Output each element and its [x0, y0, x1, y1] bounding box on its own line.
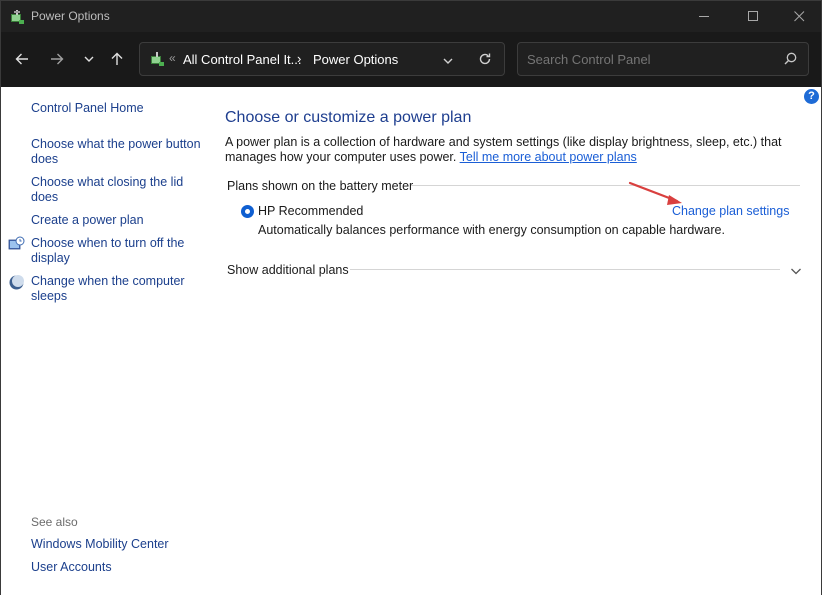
double-chevron-left-icon[interactable]: «	[169, 51, 176, 65]
annotation-arrow-icon	[627, 179, 687, 209]
close-icon	[794, 11, 805, 22]
up-button[interactable]	[105, 46, 129, 72]
breadcrumb-power-options[interactable]: Power Options	[313, 52, 398, 67]
arrow-left-icon	[15, 52, 29, 66]
learn-more-link[interactable]: Tell me more about power plans	[460, 150, 637, 164]
address-bar[interactable]: « All Control Panel It... › Power Option…	[139, 42, 505, 76]
chevron-down-icon	[442, 55, 454, 67]
search-input[interactable]	[527, 52, 767, 67]
display-clock-icon	[8, 236, 25, 253]
close-button[interactable]	[776, 1, 822, 32]
navigation-bar: « All Control Panel It... › Power Option…	[1, 32, 821, 87]
expand-plans-button[interactable]	[790, 264, 802, 282]
chevron-down-icon	[790, 265, 802, 277]
breadcrumb-control-panel[interactable]: All Control Panel It...	[183, 52, 302, 67]
page-title: Choose or customize a power plan	[225, 109, 471, 127]
arrow-right-icon	[50, 52, 64, 66]
back-button[interactable]	[10, 46, 34, 72]
sidebar-item-computer-sleeps[interactable]: Change when the computer sleeps	[31, 274, 203, 304]
see-also-user-accounts[interactable]: User Accounts	[31, 560, 203, 575]
show-additional-plans[interactable]: Show additional plans	[227, 263, 349, 277]
sidebar-item-closing-lid[interactable]: Choose what closing the lid does	[31, 175, 203, 205]
content-area: ? Control Panel Home Choose what the pow…	[1, 87, 821, 595]
maximize-button[interactable]	[730, 1, 776, 32]
see-also-heading: See also	[31, 515, 78, 529]
power-options-window: Power Options	[0, 0, 822, 595]
title-bar: Power Options	[1, 1, 821, 32]
show-plans-divider	[350, 269, 780, 270]
minimize-icon	[699, 11, 710, 22]
power-options-app-icon	[9, 9, 25, 25]
window-title: Power Options	[31, 9, 110, 23]
forward-button[interactable]	[45, 46, 69, 72]
plan-radio-button[interactable]	[241, 205, 254, 218]
sidebar-item-turn-off-display[interactable]: Choose when to turn off the display	[31, 236, 203, 266]
control-panel-icon	[149, 51, 165, 67]
chevron-down-icon	[83, 53, 95, 65]
search-button[interactable]	[784, 52, 797, 70]
refresh-button[interactable]	[478, 52, 492, 71]
plans-group-label: Plans shown on the battery meter	[227, 179, 413, 193]
address-dropdown-button[interactable]	[442, 54, 454, 72]
search-icon	[784, 52, 797, 65]
search-box[interactable]	[517, 42, 809, 76]
minimize-button[interactable]	[681, 1, 727, 32]
change-plan-settings-link[interactable]: Change plan settings	[672, 204, 789, 218]
sidebar-item-create-plan[interactable]: Create a power plan	[31, 213, 203, 228]
recent-locations-button[interactable]	[77, 46, 101, 72]
maximize-icon	[748, 11, 759, 22]
sidebar-item-power-button[interactable]: Choose what the power button does	[31, 137, 203, 167]
page-description: A power plan is a collection of hardware…	[225, 135, 811, 165]
help-icon[interactable]: ?	[804, 89, 819, 104]
see-also-mobility-center[interactable]: Windows Mobility Center	[31, 537, 203, 552]
arrow-up-icon	[110, 52, 124, 66]
plan-description: Automatically balances performance with …	[258, 223, 725, 237]
breadcrumb-separator-icon[interactable]: ›	[297, 51, 301, 66]
sidebar-item-control-panel-home[interactable]: Control Panel Home	[31, 101, 203, 116]
moon-icon	[8, 274, 25, 291]
group-divider	[411, 185, 800, 186]
refresh-icon	[478, 52, 492, 66]
plan-name[interactable]: HP Recommended	[258, 204, 363, 218]
